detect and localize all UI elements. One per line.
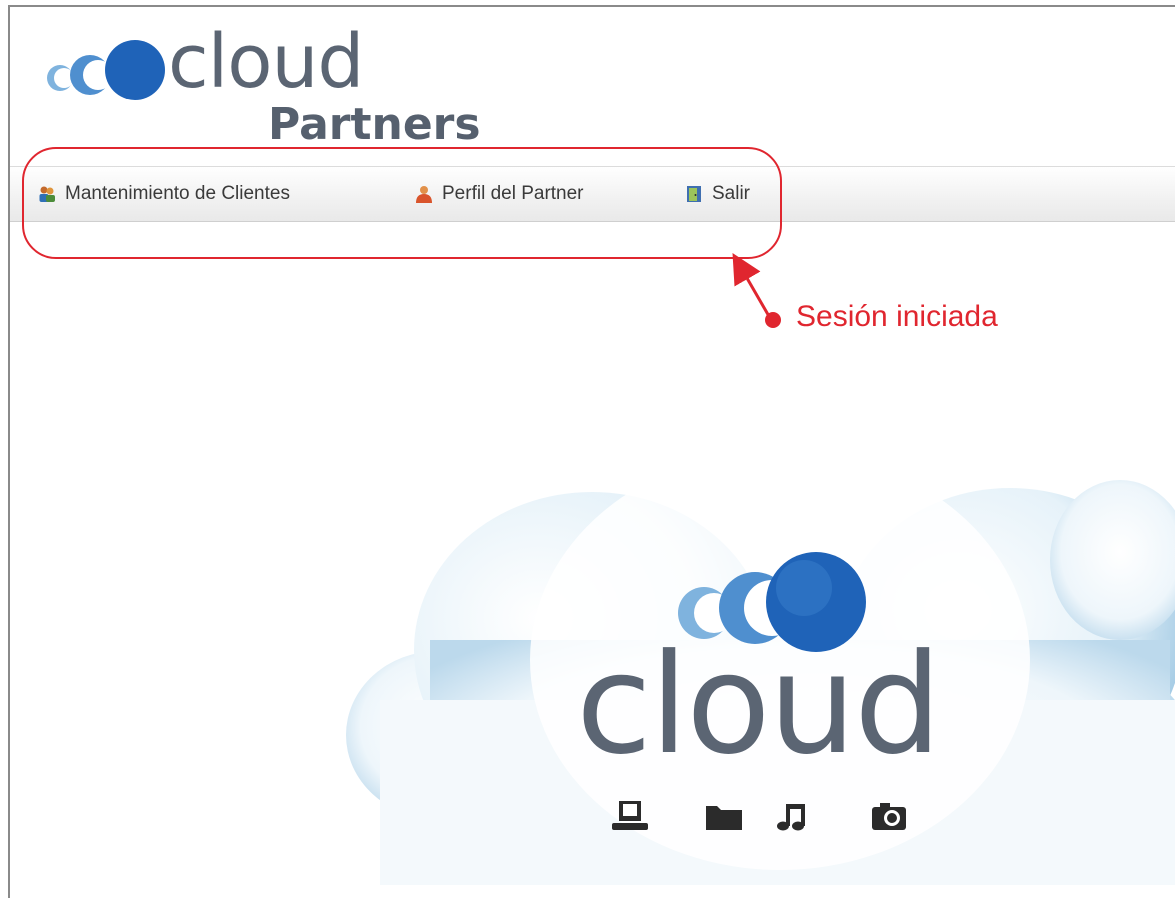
music-icon — [777, 804, 805, 831]
folder-icon — [706, 806, 742, 830]
laptop-icon — [612, 801, 648, 830]
camera-icon — [872, 803, 906, 830]
hero-icons — [612, 801, 906, 831]
